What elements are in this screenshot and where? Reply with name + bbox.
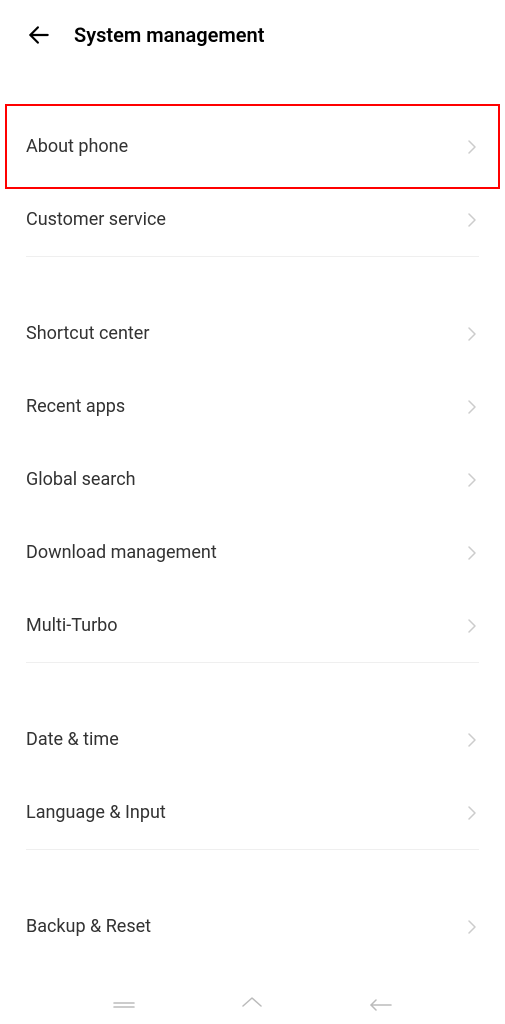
item-shortcut-center[interactable]: Shortcut center <box>0 297 505 370</box>
item-customer-service[interactable]: Customer service <box>0 183 505 256</box>
chevron-right-icon <box>465 920 479 934</box>
item-label: Language & Input <box>26 802 166 823</box>
item-multi-turbo[interactable]: Multi-Turbo <box>0 589 505 662</box>
section-1: About phone Customer service <box>0 110 505 256</box>
item-language-input[interactable]: Language & Input <box>0 776 505 849</box>
item-label: Customer service <box>26 209 166 230</box>
chevron-right-icon <box>465 213 479 227</box>
item-label: Download management <box>26 542 217 563</box>
item-label: Global search <box>26 469 136 490</box>
item-recent-apps[interactable]: Recent apps <box>0 370 505 443</box>
chevron-right-icon <box>465 473 479 487</box>
nav-recent-button[interactable] <box>109 995 139 1015</box>
divider <box>26 256 479 257</box>
chevron-right-icon <box>465 806 479 820</box>
item-date-time[interactable]: Date & time <box>0 703 505 776</box>
item-label: Backup & Reset <box>26 916 151 937</box>
item-backup-reset[interactable]: Backup & Reset <box>0 890 505 963</box>
page-title: System management <box>74 23 264 47</box>
chevron-right-icon <box>465 327 479 341</box>
chevron-right-icon <box>465 400 479 414</box>
header: System management <box>0 0 505 70</box>
item-label: Multi-Turbo <box>26 615 118 636</box>
item-about-phone[interactable]: About phone <box>0 110 505 183</box>
item-label: Recent apps <box>26 396 125 417</box>
home-icon <box>240 996 264 1014</box>
back-button[interactable] <box>26 22 52 48</box>
item-global-search[interactable]: Global search <box>0 443 505 516</box>
nav-home-button[interactable] <box>237 995 267 1015</box>
navigation-bar <box>0 986 505 1024</box>
divider <box>26 849 479 850</box>
chevron-right-icon <box>465 733 479 747</box>
item-label: About phone <box>26 136 128 157</box>
item-label: Shortcut center <box>26 323 149 344</box>
section-3: Date & time Language & Input <box>0 703 505 849</box>
item-download-management[interactable]: Download management <box>0 516 505 589</box>
section-2: Shortcut center Recent apps Global searc… <box>0 297 505 662</box>
arrow-left-icon <box>26 22 52 48</box>
back-icon <box>369 998 393 1012</box>
chevron-right-icon <box>465 619 479 633</box>
section-4: Backup & Reset <box>0 890 505 963</box>
item-label: Date & time <box>26 729 119 750</box>
chevron-right-icon <box>465 546 479 560</box>
divider <box>26 662 479 663</box>
chevron-right-icon <box>465 140 479 154</box>
recent-apps-icon <box>112 1002 136 1008</box>
nav-back-button[interactable] <box>366 995 396 1015</box>
